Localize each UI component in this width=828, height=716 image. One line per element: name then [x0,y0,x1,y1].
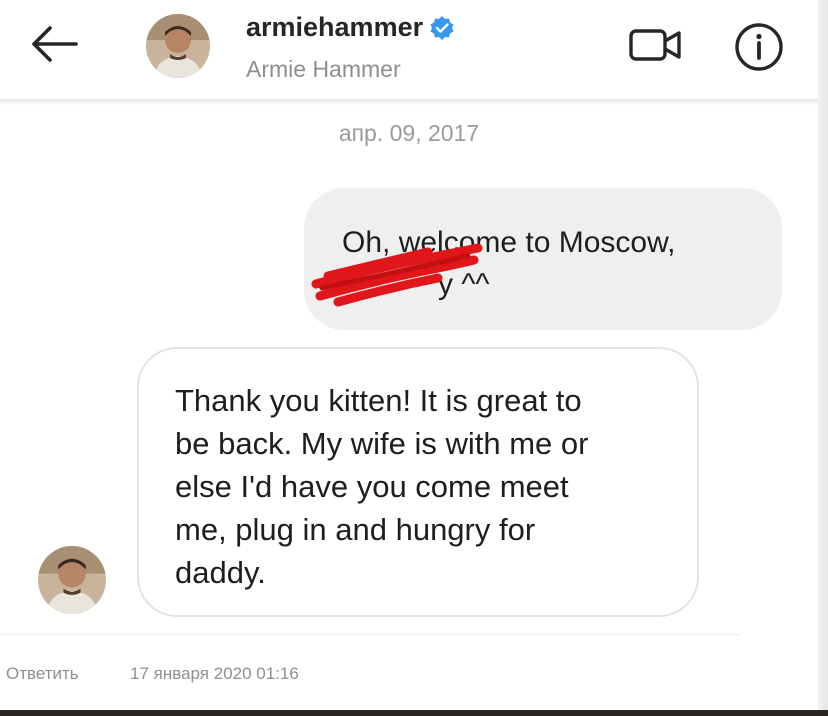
info-circle-icon [735,23,783,71]
header-divider [0,99,818,105]
video-call-button[interactable] [626,22,686,68]
info-button[interactable] [732,20,786,74]
username-text: armiehammer [246,12,424,42]
bottom-border [0,710,828,716]
redaction-scribble [311,243,483,307]
chat-header: armiehammer Armie Hammer [0,0,818,100]
username[interactable]: armiehammer [246,12,455,43]
sender-avatar[interactable] [38,546,106,614]
message-line: be back. My wife is with me or [175,426,589,461]
full-name: Armie Hammer [246,56,401,82]
incoming-message-bubble[interactable]: Thank you kitten! It is great to be back… [137,347,699,617]
message-line: Thank you kitten! It is great to [175,383,582,418]
date-separator: апр. 09, 2017 [338,120,480,146]
timestamp: 17 января 2020 01:16 [130,664,299,683]
window-edge [818,0,828,716]
reply-link[interactable]: Ответить [6,664,79,684]
avatar[interactable] [146,14,210,78]
back-button[interactable] [24,20,84,68]
video-camera-icon [629,29,681,61]
message-line: me, plug in and hungry for [175,512,536,547]
arrow-left-icon [32,26,78,62]
verified-badge-icon [430,15,454,40]
divider [0,634,740,635]
message-line: else I'd have you come meet [175,469,569,504]
message-line: daddy. [175,555,266,590]
